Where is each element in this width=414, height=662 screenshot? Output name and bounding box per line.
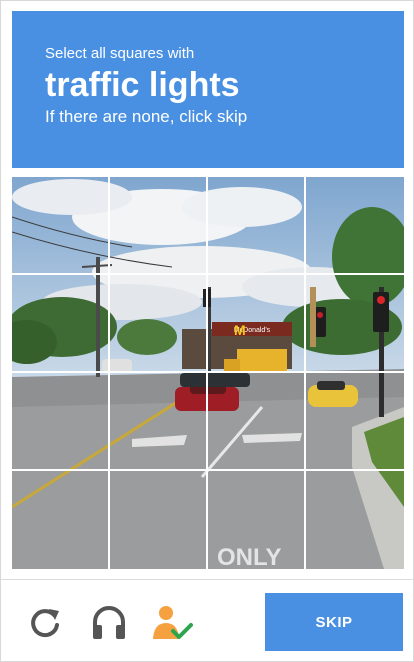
- reload-icon: [31, 609, 59, 638]
- reload-button[interactable]: [23, 601, 67, 645]
- grid-tile[interactable]: [12, 275, 110, 373]
- grid-tile[interactable]: [208, 275, 306, 373]
- challenge-hint: If there are none, click skip: [45, 107, 248, 126]
- grid-tile[interactable]: [12, 177, 110, 275]
- grid-tile[interactable]: [208, 177, 306, 275]
- grid-tile[interactable]: [12, 471, 110, 569]
- grid-tile[interactable]: [110, 275, 208, 373]
- headphones-icon: [93, 606, 125, 639]
- grid-tile[interactable]: [110, 177, 208, 275]
- grid-tile[interactable]: [110, 471, 208, 569]
- info-button[interactable]: [151, 601, 195, 645]
- challenge-keyword: traffic lights: [45, 66, 240, 104]
- skip-button[interactable]: SKIP: [265, 593, 403, 651]
- grid-tile[interactable]: [306, 275, 404, 373]
- grid-tile[interactable]: [306, 373, 404, 471]
- challenge-header: Select all squares with traffic lights I…: [12, 11, 404, 168]
- grid-tile[interactable]: [208, 471, 306, 569]
- grid-tile[interactable]: [306, 177, 404, 275]
- grid-tile[interactable]: [208, 373, 306, 471]
- footer-divider: [1, 579, 414, 580]
- captcha-widget: Select all squares with traffic lights I…: [0, 0, 414, 662]
- audio-challenge-button[interactable]: [87, 601, 131, 645]
- person-check-icon: [153, 606, 193, 639]
- grid-tile[interactable]: [12, 373, 110, 471]
- grid-tile[interactable]: [306, 471, 404, 569]
- tile-grid: [12, 177, 404, 569]
- challenge-instruction: Select all squares with: [45, 45, 195, 62]
- grid-tile[interactable]: [110, 373, 208, 471]
- image-grid: McDonald's M ONLY: [12, 177, 404, 569]
